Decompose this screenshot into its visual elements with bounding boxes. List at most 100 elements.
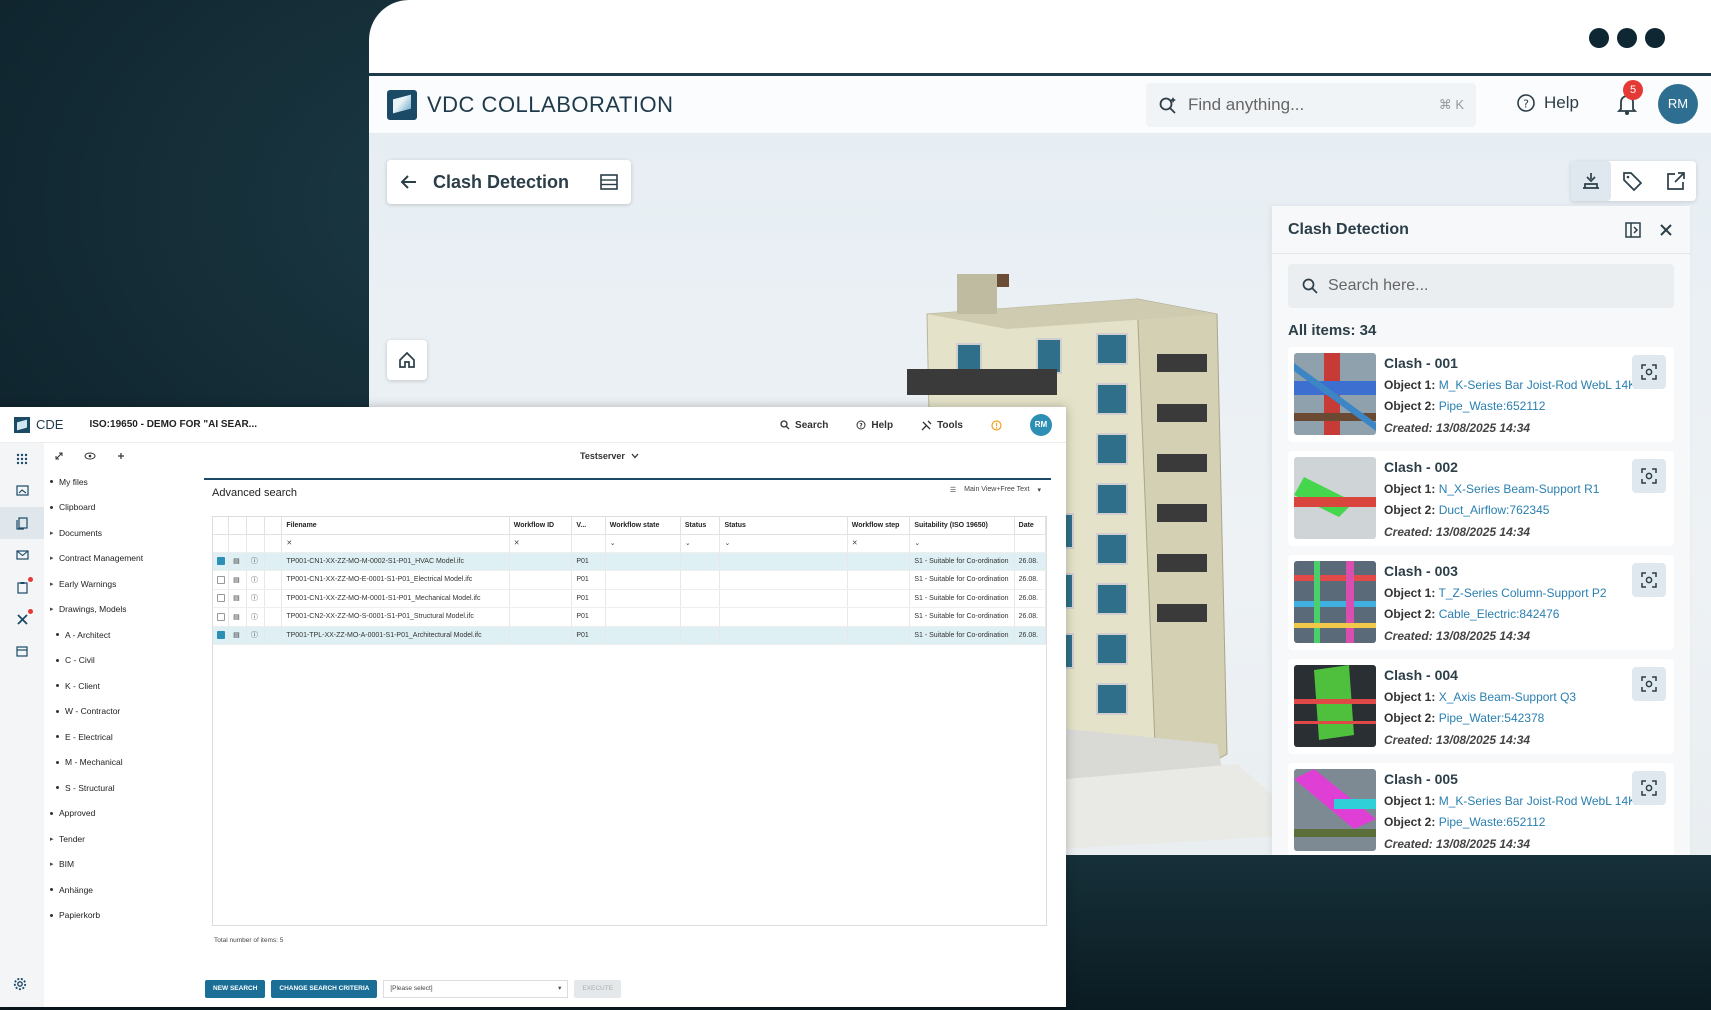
filter-clear-icon[interactable]: ✕: [847, 534, 911, 553]
table-row[interactable]: ▤ ⓘ TP001-CN2-XX-ZZ-MO-S-0001-S1-P01_Struc…: [213, 607, 1047, 627]
preview-icon[interactable]: ▤: [228, 570, 247, 590]
clash-list-item[interactable]: Clash - 002 Object 1: N_X-Series Beam-Su…: [1288, 451, 1674, 546]
preview-icon[interactable]: ▤: [228, 626, 247, 645]
tree-item[interactable]: Papierkorb: [44, 903, 194, 929]
global-search-input[interactable]: Find anything... ⌘ K: [1146, 83, 1476, 127]
rail-documents[interactable]: [0, 507, 44, 539]
zoom-to-clash-button[interactable]: [1632, 667, 1666, 701]
close-icon[interactable]: [1658, 222, 1674, 238]
object1-link[interactable]: M_K-Series Bar Joist-Rod WebL 14K: [1439, 794, 1636, 808]
tree-item[interactable]: A - Architect: [44, 622, 194, 648]
row-checkbox[interactable]: [213, 626, 230, 645]
filename-cell[interactable]: TP001-CN1-XX-ZZ-MO-M-0001-S1-P01_Mechani…: [281, 589, 510, 608]
info-icon[interactable]: ⓘ: [246, 626, 265, 645]
filter-dropdown[interactable]: ⌄: [680, 534, 721, 553]
table-row[interactable]: ▤ ⓘ TP001-CN1-XX-ZZ-MO-E-0001-S1-P01_Elect…: [213, 570, 1047, 590]
filter-clear-icon[interactable]: ✕: [509, 534, 573, 553]
tree-item[interactable]: M - Mechanical: [44, 750, 194, 776]
clash-tool-button[interactable]: [1571, 161, 1612, 201]
rail-tools[interactable]: [0, 603, 44, 635]
tree-item[interactable]: ▸ Tender: [44, 826, 194, 852]
column-header[interactable]: Workflow step: [847, 517, 911, 535]
help-button[interactable]: ? Help: [856, 420, 893, 431]
row-checkbox[interactable]: [213, 552, 230, 571]
settings-gear-icon[interactable]: [13, 977, 27, 991]
tree-item[interactable]: W - Contractor: [44, 699, 194, 725]
execute-button[interactable]: EXECUTE: [574, 980, 622, 998]
object1-link[interactable]: M_K-Series Bar Joist-Rod WebL 14K: [1439, 378, 1636, 392]
zoom-to-clash-button[interactable]: [1632, 563, 1666, 597]
collapse-panel-icon[interactable]: [1624, 221, 1642, 239]
tools-button[interactable]: Tools: [921, 420, 963, 431]
filename-cell[interactable]: TP001-CN1-XX-ZZ-MO-E-0001-S1-P01_Electri…: [281, 570, 510, 590]
row-checkbox[interactable]: [213, 589, 230, 608]
rail-apps[interactable]: [0, 443, 44, 475]
preview-icon[interactable]: ▤: [228, 589, 247, 608]
info-icon[interactable]: ⓘ: [246, 552, 265, 571]
table-row[interactable]: ▤ ⓘ TP001-CN1-XX-ZZ-MO-M-0002-S1-P01_HVAC …: [213, 552, 1047, 571]
tree-item[interactable]: C - Civil: [44, 648, 194, 674]
table-row[interactable]: ▤ ⓘ TP001-CN1-XX-ZZ-MO-M-0001-S1-P01_Mecha…: [213, 589, 1047, 608]
list-icon[interactable]: [599, 172, 619, 192]
plus-icon[interactable]: [116, 451, 126, 461]
tree-item[interactable]: ▸ Documents: [44, 520, 194, 546]
change-criteria-button[interactable]: CHANGE SEARCH CRITERIA: [271, 980, 378, 998]
column-header[interactable]: Status: [719, 517, 848, 535]
tree-item[interactable]: ▸ BIM: [44, 852, 194, 878]
tree-item[interactable]: E - Electrical: [44, 724, 194, 750]
filter-dropdown[interactable]: ⌄: [719, 534, 848, 553]
filter-dropdown[interactable]: ⌄: [909, 534, 1015, 553]
column-header[interactable]: Date: [1014, 517, 1047, 535]
zoom-to-clash-button[interactable]: [1632, 771, 1666, 805]
home-view-button[interactable]: [387, 340, 427, 380]
action-select[interactable]: [Please select] ▾: [383, 980, 569, 998]
back-arrow-icon[interactable]: [399, 172, 419, 192]
row-checkbox[interactable]: [213, 607, 230, 627]
clash-list-item[interactable]: Clash - 001 Object 1: M_K-Series Bar Joi…: [1288, 347, 1674, 442]
avatar[interactable]: RM: [1030, 414, 1052, 436]
table-row[interactable]: ▤ ⓘ TP001-TPL-XX-ZZ-MO-A-0001-S1-P01_Archi…: [213, 626, 1047, 645]
rail-mail[interactable]: [0, 539, 44, 571]
expand-icon[interactable]: [54, 451, 64, 461]
column-header[interactable]: Filename: [281, 517, 510, 535]
filename-cell[interactable]: TP001-CN2-XX-ZZ-MO-S-0001-S1-P01_Structu…: [281, 607, 510, 627]
zoom-to-clash-button[interactable]: [1632, 459, 1666, 493]
project-title[interactable]: ISO:19650 - DEMO FOR "AI SEAR...: [89, 419, 257, 430]
row-checkbox[interactable]: [213, 570, 230, 590]
tree-item[interactable]: Anhänge: [44, 877, 194, 903]
tree-item[interactable]: My files: [44, 469, 194, 495]
export-button[interactable]: [1656, 161, 1696, 201]
info-icon[interactable]: ⓘ: [246, 607, 265, 627]
filter-dropdown[interactable]: ⌄: [605, 534, 681, 553]
filename-cell[interactable]: TP001-CN1-XX-ZZ-MO-M-0002-S1-P01_HVAC Mo…: [281, 552, 510, 571]
rail-tasks[interactable]: [0, 571, 44, 603]
rail-calendar[interactable]: [0, 635, 44, 667]
tree-item[interactable]: ▸ Drawings, Models: [44, 597, 194, 623]
preview-icon[interactable]: ▤: [228, 552, 247, 571]
tags-button[interactable]: [1613, 161, 1653, 201]
object2-link[interactable]: Pipe_Water:542378: [1439, 711, 1545, 725]
object2-link[interactable]: Pipe_Waste:652112: [1439, 399, 1546, 413]
column-header[interactable]: V...: [571, 517, 606, 535]
object1-link[interactable]: X_Axis Beam-Support Q3: [1439, 690, 1576, 704]
object2-link[interactable]: Cable_Electric:842476: [1439, 607, 1560, 621]
object2-link[interactable]: Duct_Airflow:762345: [1439, 503, 1550, 517]
object1-link[interactable]: N_X-Series Beam-Support R1: [1439, 482, 1600, 496]
tree-item[interactable]: S - Structural: [44, 775, 194, 801]
rail-gallery[interactable]: [0, 475, 44, 507]
tree-item[interactable]: ▸ Early Warnings: [44, 571, 194, 597]
info-icon[interactable]: ⓘ: [246, 570, 265, 590]
preview-icon[interactable]: ▤: [228, 607, 247, 627]
window-menu-dots[interactable]: [1589, 28, 1665, 48]
avatar[interactable]: RM: [1658, 84, 1698, 124]
tree-item[interactable]: Clipboard: [44, 495, 194, 521]
panel-search-input[interactable]: Search here...: [1288, 264, 1674, 308]
zoom-to-clash-button[interactable]: [1632, 355, 1666, 389]
tree-item[interactable]: K - Client: [44, 673, 194, 699]
column-header[interactable]: Status: [680, 517, 721, 535]
server-selector[interactable]: Testserver: [580, 451, 639, 461]
tree-item[interactable]: Approved: [44, 801, 194, 827]
help-button[interactable]: ? Help: [1516, 93, 1579, 113]
eye-icon[interactable]: [84, 451, 96, 461]
select-all-header[interactable]: [213, 517, 230, 535]
